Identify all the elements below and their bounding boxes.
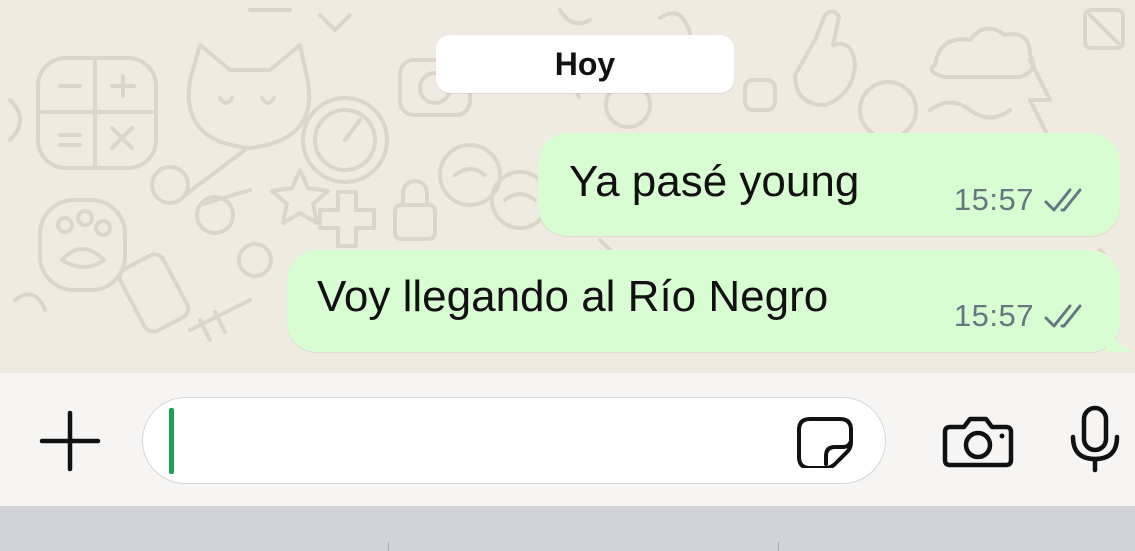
message-field[interactable] [142,397,886,484]
keyboard-divider [778,542,779,551]
camera-icon[interactable] [942,415,1014,469]
keyboard-divider [388,542,389,551]
double-check-icon [1044,188,1082,212]
text-cursor [169,408,174,474]
outgoing-message-bubble[interactable]: Ya pasé young 15:57 [538,133,1120,236]
plus-icon [39,410,101,472]
message-time: 15:57 [953,298,1034,333]
sticker-icon[interactable] [796,416,854,468]
message-meta: 15:57 [954,298,1092,334]
message-composer [0,373,1135,506]
chat-screen: Hoy Ya pasé young 15:57 Voy llegando al … [0,0,1135,551]
microphone-icon[interactable] [1068,405,1122,473]
message-time: 15:57 [953,182,1034,217]
outgoing-message-bubble[interactable]: Voy llegando al Río Negro 15:57 [287,250,1120,352]
chat-area[interactable]: Hoy Ya pasé young 15:57 Voy llegando al … [0,0,1135,373]
message-input[interactable] [167,408,771,474]
double-check-icon [1044,304,1082,328]
attach-button[interactable] [36,407,104,475]
message-text: Ya pasé young [569,157,860,206]
keyboard-top-edge [0,506,1135,551]
message-meta: 15:57 [954,182,1092,218]
date-divider: Hoy [436,35,734,93]
message-text: Voy llegando al Río Negro [317,272,829,321]
bubble-tail [1106,322,1135,352]
